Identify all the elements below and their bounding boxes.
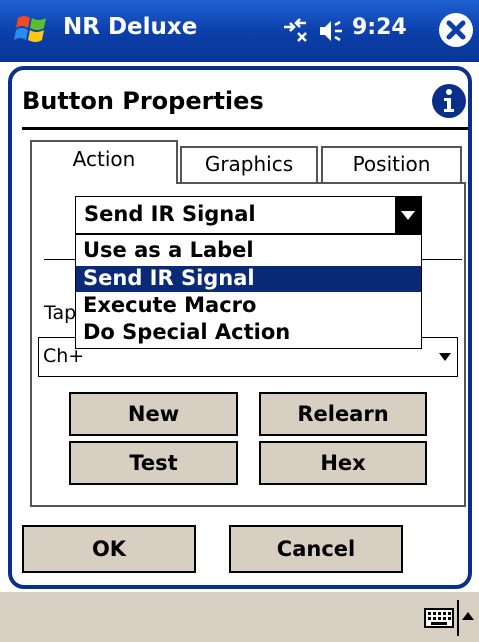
windows-start-icon[interactable] [14, 12, 50, 48]
dropdown-option-use-as-label[interactable]: Use as a Label [76, 238, 421, 264]
connectivity-icon[interactable] [280, 15, 310, 45]
dropdown-option-execute-macro[interactable]: Execute Macro [76, 293, 421, 319]
volume-icon[interactable] [318, 18, 346, 44]
chevron-down-icon [401, 211, 415, 220]
close-icon [446, 20, 466, 40]
action-combobox-value: Send IR Signal [84, 202, 256, 226]
clock[interactable]: 9:24 [352, 15, 407, 40]
action-dropdown-list: Use as a Label Send IR Signal Execute Ma… [75, 234, 422, 349]
info-icon[interactable] [431, 83, 467, 119]
relearn-button[interactable]: Relearn [259, 392, 427, 436]
test-button[interactable]: Test [69, 441, 238, 485]
tap-label: Tap [44, 302, 77, 324]
keyboard-icon[interactable] [424, 608, 454, 628]
app-title: NR Deluxe [63, 14, 198, 40]
sip-separator [457, 600, 459, 636]
cancel-button[interactable]: Cancel [229, 525, 403, 573]
dialog-title: Button Properties [22, 87, 264, 115]
active-tab-joint [32, 180, 176, 184]
dropdown-option-send-ir-signal[interactable]: Send IR Signal [76, 266, 421, 292]
title-divider [22, 127, 468, 130]
close-button[interactable] [439, 13, 473, 47]
hex-button[interactable]: Hex [259, 441, 427, 485]
new-button[interactable]: New [69, 392, 238, 436]
dropdown-option-do-special-action[interactable]: Do Special Action [76, 320, 421, 346]
bottom-menu-bar [0, 592, 479, 642]
ok-button[interactable]: OK [22, 525, 196, 573]
tab-action[interactable]: Action [30, 140, 178, 184]
action-combobox[interactable]: Send IR Signal [75, 196, 422, 234]
combobox-dropdown-button[interactable] [395, 197, 421, 233]
title-bar: NR Deluxe 9:24 [0, 0, 479, 62]
chevron-up-icon[interactable] [462, 612, 474, 620]
tab-graphics[interactable]: Graphics [180, 146, 318, 182]
chevron-down-icon[interactable] [439, 353, 451, 361]
tab-position[interactable]: Position [321, 146, 462, 182]
